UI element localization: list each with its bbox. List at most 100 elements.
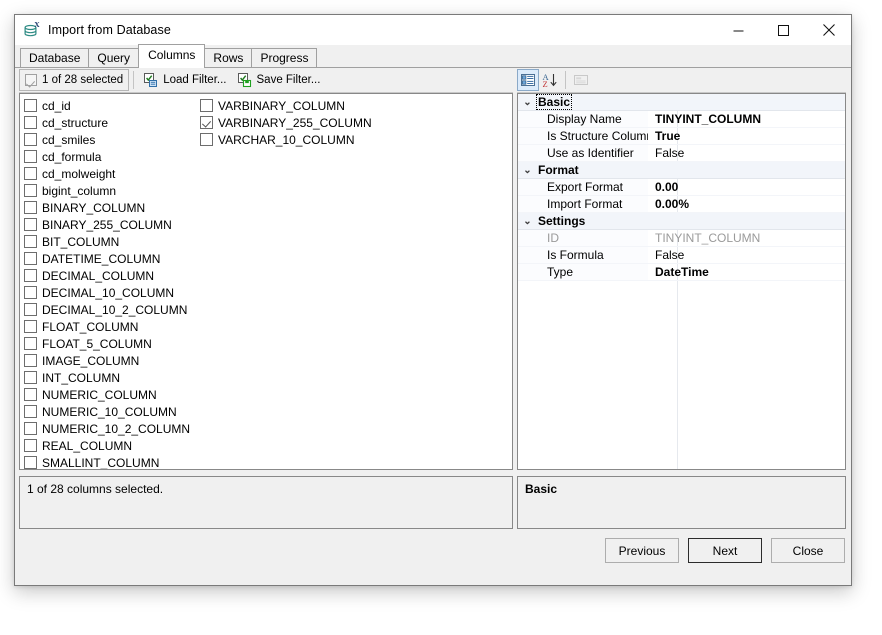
list-item[interactable]: DECIMAL_COLUMN [24,267,217,284]
list-item[interactable]: FLOAT_5_COLUMN [24,335,217,352]
column-checkbox[interactable] [24,456,37,469]
column-label: VARBINARY_255_COLUMN [218,116,372,130]
close-button-dialog[interactable]: Close [771,538,845,563]
column-checkbox[interactable] [24,354,37,367]
property-value[interactable]: False [648,248,684,262]
column-checkbox[interactable] [24,116,37,129]
column-checkbox[interactable] [24,405,37,418]
maximize-button[interactable] [761,15,806,45]
column-label: IMAGE_COLUMN [42,354,139,368]
property-value[interactable]: 0.00 [648,180,678,194]
tab-rows[interactable]: Rows [204,48,252,67]
list-item[interactable]: VARCHAR_10_COLUMN [200,131,375,148]
list-item[interactable]: NUMERIC_10_2_COLUMN [24,420,217,437]
checkbox-glyph [25,74,37,86]
list-item[interactable]: VARBINARY_COLUMN [200,97,375,114]
column-checkbox[interactable] [24,235,37,248]
save-filter-button[interactable]: Save Filter... [232,69,326,91]
property-category-row[interactable]: ⌄Basic [518,94,845,111]
property-description-panel: Basic [517,476,846,529]
list-item[interactable]: DECIMAL_10_COLUMN [24,284,217,301]
list-item[interactable]: cd_smiles [24,131,217,148]
column-label: cd_smiles [42,133,95,147]
list-item[interactable]: NUMERIC_COLUMN [24,386,217,403]
column-checkbox[interactable] [24,167,37,180]
column-checkbox[interactable] [200,133,213,146]
column-checkbox[interactable] [24,320,37,333]
column-checkbox[interactable] [24,201,37,214]
next-button[interactable]: Next [688,538,762,563]
column-checkbox[interactable] [24,303,37,316]
property-value[interactable]: TINYINT_COLUMN [648,112,761,126]
column-checkbox[interactable] [24,99,37,112]
list-item[interactable]: cd_molweight [24,165,217,182]
property-value[interactable]: False [648,146,684,160]
column-checkbox[interactable] [24,184,37,197]
list-item[interactable]: FLOAT_COLUMN [24,318,217,335]
property-row[interactable]: IDTINYINT_COLUMN [518,230,845,247]
columns-list-panel[interactable]: cd_idcd_structure cd_smilescd_formulacd_m… [19,93,513,470]
column-checkbox[interactable] [24,439,37,452]
property-value[interactable]: DateTime [648,265,709,279]
property-row[interactable]: Display NameTINYINT_COLUMN [518,111,845,128]
column-checkbox[interactable] [24,371,37,384]
property-row[interactable]: Export Format0.00 [518,179,845,196]
property-value[interactable]: TINYINT_COLUMN [648,231,760,245]
list-item[interactable]: bigint_column [24,182,217,199]
list-item[interactable]: VARBINARY_255_COLUMN [200,114,375,131]
chevron-down-icon[interactable]: ⌄ [518,97,537,108]
property-value[interactable]: True [648,129,680,143]
select-all-checkbox[interactable]: 1 of 28 selected [19,69,129,91]
property-row[interactable]: Import Format0.00% [518,196,845,213]
list-item[interactable]: DATETIME_COLUMN [24,250,217,267]
property-category-label: Format [537,163,580,177]
property-row[interactable]: TypeDateTime [518,264,845,281]
column-checkbox[interactable] [24,218,37,231]
tab-progress[interactable]: Progress [251,48,317,67]
minimize-button[interactable] [716,15,761,45]
list-item[interactable]: cd_structure [24,114,217,131]
tab-database[interactable]: Database [20,48,89,67]
column-checkbox[interactable] [24,133,37,146]
column-checkbox[interactable] [200,116,213,129]
toolbar-separator-right [565,71,566,89]
column-checkbox[interactable] [24,252,37,265]
property-row[interactable]: Is Structure ColumnTrue [518,128,845,145]
property-row[interactable]: Use as IdentifierFalse [518,145,845,162]
list-item[interactable]: DECIMAL_10_2_COLUMN [24,301,217,318]
alphabetical-sort-icon[interactable]: A Z [539,69,561,91]
tab-columns[interactable]: Columns [138,44,205,68]
list-item[interactable]: cd_id [24,97,217,114]
column-checkbox[interactable] [24,286,37,299]
tab-query[interactable]: Query [88,48,139,67]
column-checkbox[interactable] [24,422,37,435]
list-item[interactable]: IMAGE_COLUMN [24,352,217,369]
property-grid[interactable]: ⌄BasicDisplay NameTINYINT_COLUMNIs Struc… [517,93,846,470]
list-item[interactable]: REAL_COLUMN [24,437,217,454]
list-item[interactable]: INT_COLUMN [24,369,217,386]
load-filter-button[interactable]: Load Filter... [138,69,231,91]
column-checkbox[interactable] [200,99,213,112]
list-item[interactable]: NUMERIC_10_COLUMN [24,403,217,420]
property-category-row[interactable]: ⌄Format [518,162,845,179]
categorized-view-icon[interactable] [517,69,539,91]
column-checkbox[interactable] [24,337,37,350]
column-label: BINARY_255_COLUMN [42,218,172,232]
list-item[interactable]: BIT_COLUMN [24,233,217,250]
column-checkbox[interactable] [24,269,37,282]
property-category-row[interactable]: ⌄Settings [518,213,845,230]
property-grid-toolbar: A Z [517,68,846,93]
property-row[interactable]: Is FormulaFalse [518,247,845,264]
property-name: Use as Identifier [518,145,648,161]
list-item[interactable]: cd_formula [24,148,217,165]
column-checkbox[interactable] [24,388,37,401]
list-item[interactable]: BINARY_255_COLUMN [24,216,217,233]
chevron-down-icon[interactable]: ⌄ [518,216,537,227]
list-item[interactable]: BINARY_COLUMN [24,199,217,216]
chevron-down-icon[interactable]: ⌄ [518,165,537,176]
close-button[interactable] [806,15,851,45]
property-value[interactable]: 0.00% [648,197,689,211]
list-item[interactable]: SMALLINT_COLUMN [24,454,217,470]
previous-button[interactable]: Previous [605,538,679,563]
column-checkbox[interactable] [24,150,37,163]
